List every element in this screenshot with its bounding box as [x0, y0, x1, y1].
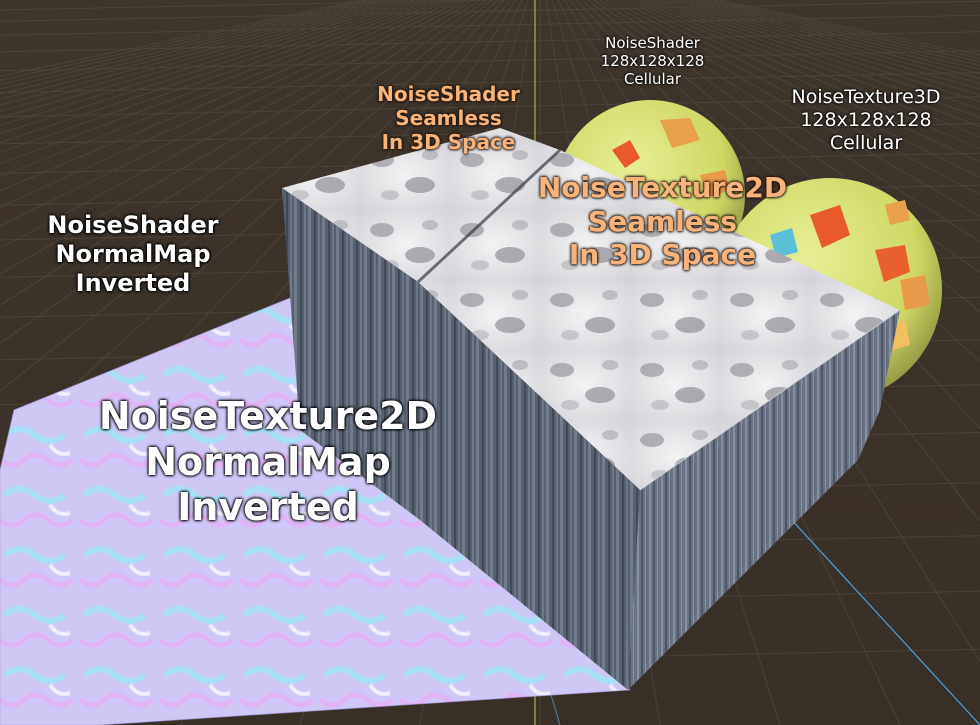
label-line: Seamless	[587, 204, 738, 238]
label-line: Cellular	[829, 131, 903, 154]
label-line: Inverted	[75, 268, 191, 297]
3d-viewport[interactable]: NoiseShader NormalMap Inverted NoiseText…	[0, 0, 980, 725]
label-line: In 3D Space	[381, 130, 516, 154]
label-line: NoiseShader	[605, 34, 700, 52]
label-line: In 3D Space	[568, 238, 757, 272]
label-line: Cellular	[623, 70, 682, 88]
label-noiseshader-normalmap: NoiseShader NormalMap Inverted	[28, 211, 238, 297]
label-line: 128x128x128	[800, 108, 932, 131]
label-line: Inverted	[177, 485, 359, 530]
label-line: NoiseTexture2D	[98, 394, 438, 438]
label-line: NoiseShader	[377, 82, 520, 106]
label-noisetexture3d-cellular: NoiseTexture3D 128x128x128 Cellular	[766, 86, 966, 154]
label-line: NoiseTexture3D	[791, 86, 941, 108]
label-noiseshader-seamless: NoiseShader Seamless In 3D Space	[366, 82, 531, 154]
label-line: NormalMap	[55, 239, 211, 268]
label-line: NormalMap	[145, 439, 391, 484]
label-line: NoiseShader	[47, 211, 219, 239]
label-noisetexture2d-seamless: NoiseTexture2D Seamless In 3D Space	[530, 171, 795, 272]
label-noisetexture2d-normalmap: NoiseTexture2D NormalMap Inverted	[98, 394, 438, 531]
label-line: 128x128x128	[600, 52, 705, 70]
label-line: NoiseTexture2D	[537, 171, 788, 204]
label-noiseshader-cellular: NoiseShader 128x128x128 Cellular	[580, 34, 725, 88]
label-line: Seamless	[395, 106, 502, 130]
